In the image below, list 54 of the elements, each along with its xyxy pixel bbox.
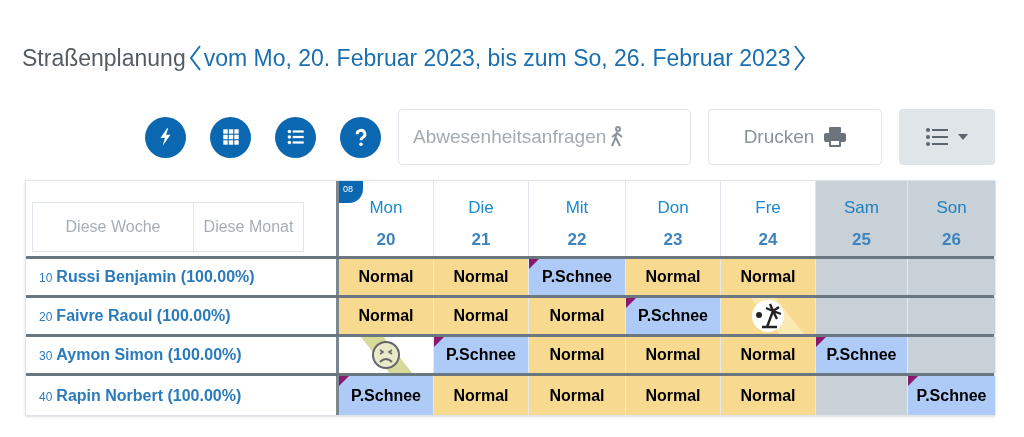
list-button[interactable] xyxy=(275,116,316,158)
shift-cell[interactable]: Normal xyxy=(434,376,529,415)
shift-cell[interactable]: Normal xyxy=(721,259,816,295)
shift-cell[interactable]: Normal xyxy=(529,337,626,373)
employee-link[interactable]: 20 Faivre Raoul (100.00%) xyxy=(39,304,231,328)
week-badge: 08 xyxy=(339,181,363,203)
corner-flag-icon xyxy=(908,376,918,386)
day-name: Die xyxy=(468,197,494,219)
day-date: 22 xyxy=(567,228,587,251)
day-date: 21 xyxy=(471,228,491,251)
grid-button[interactable] xyxy=(210,116,251,158)
shift-cell[interactable]: Normal xyxy=(626,259,721,295)
day-date: 20 xyxy=(376,228,396,251)
list-icon xyxy=(926,128,948,146)
bolt-button[interactable] xyxy=(145,116,186,158)
previous-icon[interactable] xyxy=(187,44,202,72)
printer-icon xyxy=(824,127,847,147)
shift-cell[interactable]: Normal xyxy=(721,376,816,415)
next-icon[interactable] xyxy=(792,44,807,72)
corner-flag-icon xyxy=(816,337,826,347)
day-name: Mon xyxy=(369,197,403,219)
caret-icon xyxy=(958,134,968,140)
sad-face-icon xyxy=(371,340,401,370)
view-menu-button[interactable] xyxy=(899,109,995,165)
day-date: 24 xyxy=(758,228,778,251)
walking-person-icon xyxy=(610,126,625,148)
employee-link[interactable]: 10 Russi Benjamin (100.00%) xyxy=(39,265,255,289)
corner-flag-icon xyxy=(339,376,349,386)
employee-link[interactable]: 40 Rapin Norbert (100.00%) xyxy=(39,383,242,408)
shift-cell[interactable]: Normal xyxy=(626,376,721,415)
shift-cell[interactable]: Normal xyxy=(434,298,529,334)
help-button[interactable] xyxy=(340,116,381,158)
shift-cell[interactable]: Normal xyxy=(339,259,434,295)
day-name: Fre xyxy=(755,197,781,219)
day-date: 26 xyxy=(942,228,961,251)
corner-flag-icon xyxy=(529,259,539,269)
day-name: Sam xyxy=(844,197,879,219)
day-date: 23 xyxy=(663,228,683,251)
palm-tree-icon xyxy=(751,299,785,333)
day-date: 25 xyxy=(852,228,871,251)
shift-cell[interactable]: Normal xyxy=(339,298,434,334)
corner-flag-icon xyxy=(434,337,444,347)
shift-cell[interactable]: Normal xyxy=(529,376,626,415)
day-name: Mit xyxy=(565,197,589,219)
page-title: Straßenplanung xyxy=(22,43,186,73)
shift-cell[interactable]: Normal xyxy=(626,337,721,373)
shift-cell[interactable]: Normal xyxy=(434,259,529,295)
day-name: Son xyxy=(936,197,967,219)
corner-flag-icon xyxy=(626,298,636,308)
shift-cell[interactable]: Normal xyxy=(529,298,626,334)
day-name: Don xyxy=(657,197,689,219)
employee-link[interactable]: 30 Aymon Simon (100.00%) xyxy=(39,343,242,367)
shift-cell[interactable]: Normal xyxy=(721,337,816,373)
period-link[interactable]: vom Mo, 20. Februar 2023, bis zum So, 26. Februar 2023 xyxy=(203,40,791,76)
